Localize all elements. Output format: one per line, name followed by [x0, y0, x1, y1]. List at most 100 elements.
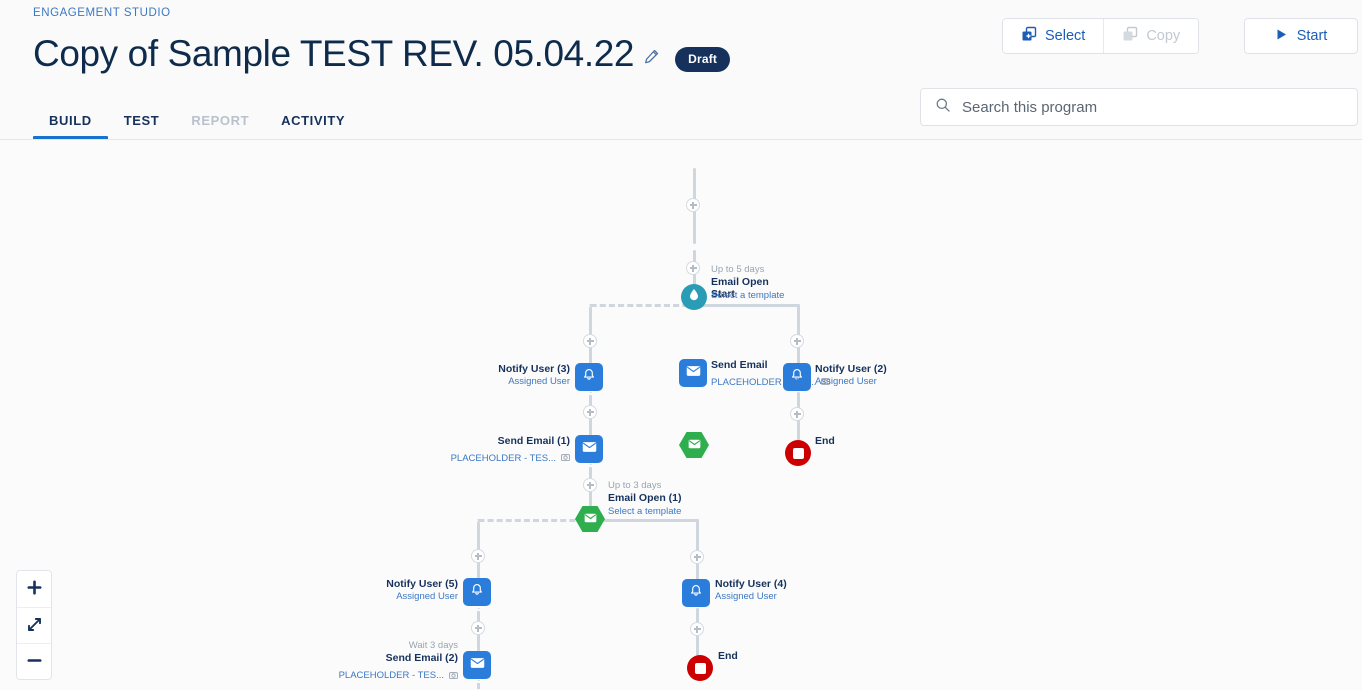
- node-subtitle[interactable]: PLACEHOLDER - TES...: [339, 670, 444, 682]
- fit-to-screen-button[interactable]: [17, 607, 51, 643]
- node-send-email-1[interactable]: [575, 435, 603, 463]
- stop-icon: [694, 662, 706, 674]
- node-sub-row: PLACEHOLDER - TES...: [258, 666, 458, 686]
- node-end-1[interactable]: [687, 655, 713, 681]
- node-subtitle[interactable]: Select a template: [608, 506, 682, 518]
- node-notify-user-4-label: Notify User (4) Assigned User: [715, 578, 787, 604]
- node-email-open-1[interactable]: [575, 506, 605, 673]
- connector-rule1-left: [477, 519, 590, 522]
- search-bar[interactable]: [920, 88, 1358, 126]
- add-step-plus-icon-10[interactable]: [471, 549, 485, 563]
- node-title: End: [718, 650, 738, 662]
- node-email-open[interactable]: [679, 432, 709, 458]
- add-step-plus-icon-7[interactable]: [583, 478, 597, 492]
- start-button[interactable]: Start: [1244, 18, 1358, 54]
- select-button[interactable]: Select: [1003, 19, 1104, 53]
- node-send-email[interactable]: [679, 359, 707, 387]
- node-start[interactable]: [681, 284, 707, 310]
- node-subtitle[interactable]: Assigned User: [815, 376, 887, 388]
- node-notify-user-5-label: Notify User (5) Assigned User: [268, 578, 458, 604]
- node-sub-row: PLACEHOLDER - TES...: [711, 372, 831, 392]
- node-title: Notify User (3): [498, 363, 570, 375]
- node-notify-user-2-label: Notify User (2) Assigned User: [815, 363, 887, 389]
- tab-report: REPORT: [175, 113, 265, 140]
- end-0-node-shape[interactable]: [785, 440, 811, 466]
- tab-activity[interactable]: ACTIVITY: [265, 113, 361, 140]
- tab-build[interactable]: BUILD: [33, 113, 108, 140]
- engagement-studio-page: ENGAGEMENT STUDIO Copy of Sample TEST RE…: [0, 0, 1362, 690]
- node-send-email-2[interactable]: [463, 651, 491, 679]
- node-title: Send Email (2): [385, 652, 458, 665]
- add-step-plus-icon-6[interactable]: [583, 405, 597, 419]
- page-header: ENGAGEMENT STUDIO Copy of Sample TEST RE…: [0, 0, 1362, 140]
- node-subtitle[interactable]: PLACEHOLDER - TES...: [451, 453, 556, 465]
- page-title: Copy of Sample TEST REV. 05.04.22: [33, 33, 635, 74]
- node-title: Send Email: [711, 359, 768, 371]
- add-step-plus-icon-5[interactable]: [583, 334, 597, 348]
- node-title: End: [815, 435, 835, 447]
- node-notify-user-5[interactable]: [463, 578, 491, 606]
- connector-email2-down: [477, 680, 480, 690]
- add-step-plus-icon-8[interactable]: [690, 550, 704, 564]
- end-1-node-shape[interactable]: [687, 655, 713, 681]
- send-email-2-node-shape[interactable]: [463, 651, 491, 679]
- start-node-shape[interactable]: [681, 284, 707, 310]
- add-step-plus-icon-11[interactable]: [471, 621, 485, 635]
- minus-icon: [27, 653, 42, 671]
- notify-user-3-node-shape[interactable]: [575, 363, 603, 391]
- copy-button-label: Copy: [1146, 28, 1181, 44]
- envelope-icon: [688, 436, 701, 454]
- email-open-node-shape[interactable]: [679, 432, 709, 458]
- envelope-icon: [470, 656, 485, 674]
- stop-icon: [792, 447, 804, 459]
- node-subtitle[interactable]: Select a template: [711, 290, 784, 302]
- tab-test[interactable]: TEST: [108, 113, 176, 140]
- add-step-plus-icon-4[interactable]: [790, 407, 804, 421]
- add-step-plus-icon-1[interactable]: [686, 198, 700, 212]
- flow-diagram: Start Send Email PLACEHOLDER - TES... Up…: [0, 140, 1362, 690]
- add-step-plus-icon-3[interactable]: [790, 334, 804, 348]
- add-step-plus-icon-9[interactable]: [690, 622, 704, 636]
- search-input[interactable]: [962, 98, 1343, 116]
- title-row: Copy of Sample TEST REV. 05.04.22 Draft: [33, 28, 731, 80]
- node-title: Email Open (1): [608, 492, 682, 505]
- node-title: Notify User (4): [715, 578, 787, 590]
- node-subtitle[interactable]: Assigned User: [380, 376, 570, 388]
- node-wait-label: Up to 3 days: [608, 480, 662, 491]
- pencil-icon[interactable]: [644, 49, 659, 69]
- status-badge: Draft: [675, 46, 731, 72]
- node-subtitle[interactable]: Assigned User: [268, 591, 458, 603]
- node-wait-label: Wait 3 days: [408, 640, 458, 651]
- play-icon: [1275, 28, 1288, 45]
- notify-user-5-node-shape[interactable]: [463, 578, 491, 606]
- node-subtitle[interactable]: PLACEHOLDER - TES...: [711, 377, 816, 389]
- zoom-in-button[interactable]: [17, 571, 51, 607]
- node-notify-user-4[interactable]: [682, 579, 710, 607]
- node-subtitle[interactable]: Assigned User: [715, 591, 787, 603]
- node-title: Notify User (5): [386, 578, 458, 590]
- image-icon: [561, 448, 570, 468]
- node-end-0-label: End: [815, 435, 835, 448]
- envelope-icon: [582, 440, 597, 458]
- tab-bar: BUILD TEST REPORT ACTIVITY: [33, 104, 361, 140]
- flow-canvas[interactable]: Start Send Email PLACEHOLDER - TES... Up…: [0, 140, 1362, 690]
- email-open-1-node-shape[interactable]: [575, 506, 605, 532]
- node-notify-user-3-label: Notify User (3) Assigned User: [380, 363, 570, 389]
- send-email-1-node-shape[interactable]: [575, 435, 603, 463]
- send-email-node-shape[interactable]: [679, 359, 707, 387]
- add-step-plus-icon-2[interactable]: [686, 261, 700, 275]
- expand-arrows-icon: [27, 617, 42, 635]
- node-notify-user-3[interactable]: [575, 363, 603, 391]
- plus-icon: [27, 580, 42, 598]
- node-end-1-label: End: [718, 650, 738, 663]
- node-sub-row: PLACEHOLDER - TES...: [370, 448, 570, 468]
- notify-user-4-node-shape[interactable]: [682, 579, 710, 607]
- bell-icon: [689, 584, 703, 603]
- connector-rule0-left: [589, 304, 694, 307]
- node-end-0[interactable]: [785, 440, 811, 466]
- node-send-email-label: Send Email PLACEHOLDER - TES...: [711, 359, 831, 393]
- node-email-open-1-label: Up to 3 days Email Open (1) Select a tem…: [608, 480, 682, 518]
- node-send-email-2-label: Wait 3 days Send Email (2) PLACEHOLDER -…: [258, 640, 458, 686]
- zoom-out-button[interactable]: [17, 643, 51, 679]
- connector-rule0-right: [694, 304, 800, 307]
